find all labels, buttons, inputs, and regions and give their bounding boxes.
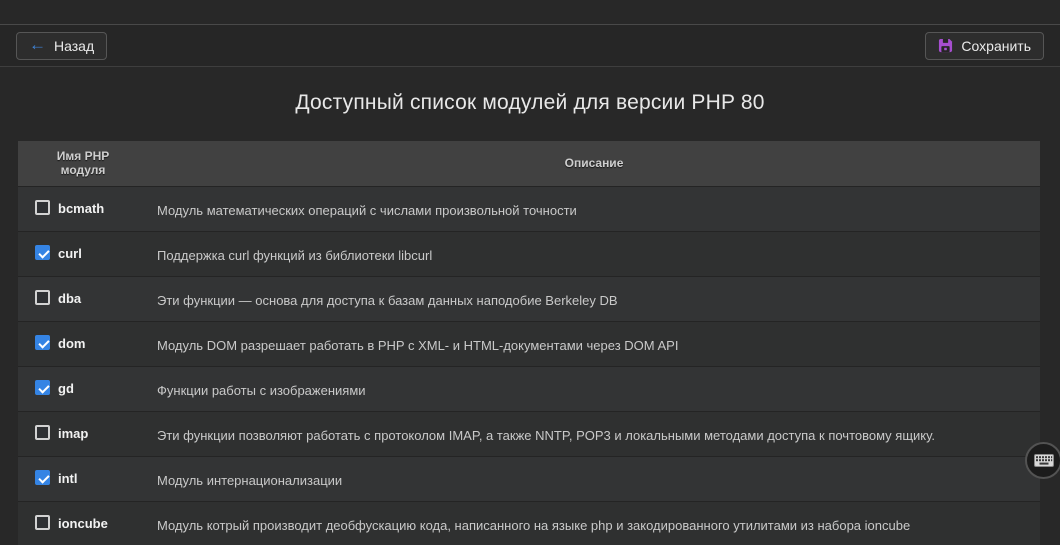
page-title: Доступный список модулей для версии PHP … bbox=[0, 91, 1060, 115]
module-name: bcmath bbox=[58, 200, 104, 215]
module-name: ioncube bbox=[58, 515, 108, 530]
main-content: Доступный список модулей для версии PHP … bbox=[0, 67, 1060, 545]
module-name-cell: curl bbox=[18, 232, 148, 276]
module-checkbox[interactable] bbox=[35, 200, 50, 215]
module-name-cell: bcmath bbox=[18, 187, 148, 231]
module-description-cell: Поддержка curl функций из библиотеки lib… bbox=[148, 232, 1040, 276]
module-name-cell: intl bbox=[18, 457, 148, 501]
window-top-strip bbox=[0, 0, 1060, 25]
table-row: imap Эти функции позволяют работать с пр… bbox=[18, 411, 1040, 456]
module-description: Модуль математических операций с числами… bbox=[157, 203, 577, 218]
floppy-disk-icon bbox=[938, 38, 953, 53]
module-description-cell: Модуль котрый производит деобфускацию ко… bbox=[148, 502, 1040, 545]
module-description-cell: Модуль DOM разрешает работать в PHP с XM… bbox=[148, 322, 1040, 366]
module-description: Модуль интернационализации bbox=[157, 473, 342, 488]
module-description-cell: Функции работы с изображениями bbox=[148, 367, 1040, 411]
module-name-cell: dom bbox=[18, 322, 148, 366]
module-checkbox[interactable] bbox=[35, 245, 50, 260]
module-name: dom bbox=[58, 335, 85, 350]
back-button[interactable]: ← Назад bbox=[16, 32, 107, 60]
toolbar: ← Назад Сохранить bbox=[0, 25, 1060, 67]
module-description: Поддержка curl функций из библиотеки lib… bbox=[157, 248, 432, 263]
column-header-description: Описание bbox=[148, 157, 1040, 171]
table-header-row: Имя PHP модуля Описание bbox=[18, 141, 1040, 186]
module-description: Функции работы с изображениями bbox=[157, 383, 366, 398]
module-description-cell: Эти функции — основа для доступа к базам… bbox=[148, 277, 1040, 321]
module-checkbox[interactable] bbox=[35, 515, 50, 530]
keyboard-icon bbox=[1034, 454, 1054, 467]
module-name: imap bbox=[58, 425, 88, 440]
module-name: intl bbox=[58, 470, 78, 485]
module-checkbox[interactable] bbox=[35, 470, 50, 485]
save-button-label: Сохранить bbox=[961, 38, 1031, 54]
module-name-cell: gd bbox=[18, 367, 148, 411]
table-row: ioncube Модуль котрый производит деобфус… bbox=[18, 501, 1040, 545]
table-body: bcmath Модуль математических операций с … bbox=[18, 186, 1040, 545]
left-arrow-icon: ← bbox=[29, 36, 46, 53]
module-description: Модуль котрый производит деобфускацию ко… bbox=[157, 518, 910, 533]
module-checkbox[interactable] bbox=[35, 380, 50, 395]
module-description: Модуль DOM разрешает работать в PHP с XM… bbox=[157, 338, 678, 353]
module-name: gd bbox=[58, 380, 74, 395]
module-description-cell: Модуль математических операций с числами… bbox=[148, 187, 1040, 231]
table-row: dba Эти функции — основа для доступа к б… bbox=[18, 276, 1040, 321]
module-name-cell: ioncube bbox=[18, 502, 148, 545]
module-name: curl bbox=[58, 245, 82, 260]
table-row: intl Модуль интернационализации bbox=[18, 456, 1040, 501]
module-description: Эти функции позволяют работать с протоко… bbox=[157, 428, 935, 443]
table-row: bcmath Модуль математических операций с … bbox=[18, 186, 1040, 231]
module-description-cell: Эти функции позволяют работать с протоко… bbox=[148, 412, 1040, 456]
module-checkbox[interactable] bbox=[35, 335, 50, 350]
module-checkbox[interactable] bbox=[35, 425, 50, 440]
table-row: curl Поддержка curl функций из библиотек… bbox=[18, 231, 1040, 276]
back-button-label: Назад bbox=[54, 38, 94, 54]
module-description: Эти функции — основа для доступа к базам… bbox=[157, 293, 618, 308]
virtual-keyboard-button[interactable] bbox=[1025, 442, 1060, 479]
module-name-cell: imap bbox=[18, 412, 148, 456]
table-row: gd Функции работы с изображениями bbox=[18, 366, 1040, 411]
column-header-module-name: Имя PHP модуля bbox=[18, 150, 148, 178]
save-button[interactable]: Сохранить bbox=[925, 32, 1044, 60]
module-name-cell: dba bbox=[18, 277, 148, 321]
table-row: dom Модуль DOM разрешает работать в PHP … bbox=[18, 321, 1040, 366]
module-name: dba bbox=[58, 290, 81, 305]
php-modules-table: Имя PHP модуля Описание bcmath Модуль ма… bbox=[18, 141, 1040, 545]
module-description-cell: Модуль интернационализации bbox=[148, 457, 1040, 501]
module-checkbox[interactable] bbox=[35, 290, 50, 305]
